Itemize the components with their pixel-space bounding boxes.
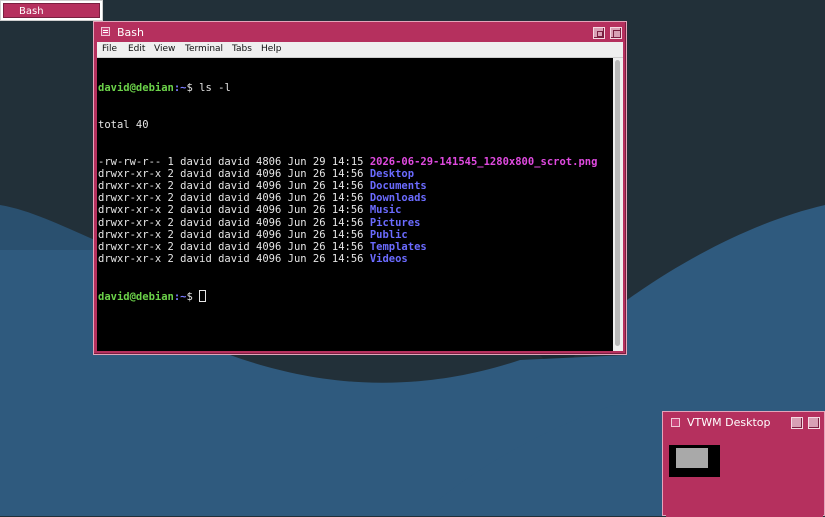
menu-edit[interactable]: Edit bbox=[128, 42, 145, 57]
directory-name: Documents bbox=[369, 179, 427, 192]
file-name: 2026-06-29-141545_1280x800_scrot.png bbox=[369, 155, 598, 168]
terminal-client: File Edit View Terminal Tabs Help david@… bbox=[97, 42, 623, 351]
command-text: ls -l bbox=[199, 82, 231, 95]
total-line: total 40 bbox=[98, 119, 149, 131]
listing-row: drwxr-xr-x 2 david david 4096 Jun 26 14:… bbox=[98, 180, 612, 192]
prompt-path: :~ bbox=[173, 82, 187, 95]
icon-manager-item-bash[interactable]: Bash bbox=[3, 3, 100, 18]
file-meta: drwxr-xr-x 2 david david 4096 Jun 26 14:… bbox=[98, 240, 370, 253]
listing-row: drwxr-xr-x 2 david david 4096 Jun 26 14:… bbox=[98, 229, 612, 241]
directory-name: Music bbox=[369, 204, 402, 217]
listing-row: drwxr-xr-x 2 david david 4096 Jun 26 14:… bbox=[98, 241, 612, 253]
listing-row: -rw-rw-r-- 1 david david 4806 Jun 29 14:… bbox=[98, 156, 612, 168]
panner-body[interactable] bbox=[666, 432, 823, 517]
directory-name: Downloads bbox=[369, 192, 427, 205]
file-meta: -rw-rw-r-- 1 david david 4806 Jun 29 14:… bbox=[98, 155, 370, 168]
menu-terminal[interactable]: Terminal bbox=[185, 42, 223, 57]
icon-manager: Bash bbox=[0, 0, 103, 21]
window-title: Bash bbox=[117, 26, 144, 39]
file-meta: drwxr-xr-x 2 david david 4096 Jun 26 14:… bbox=[98, 179, 370, 192]
terminal-window: Bash File Edit View Terminal Tabs Help d… bbox=[93, 21, 627, 355]
virtual-window-bash[interactable] bbox=[676, 448, 708, 468]
prompt-path: :~ bbox=[173, 290, 187, 303]
prompt-user: david@debian bbox=[98, 290, 174, 303]
prompt-line: david@debian:~$ ls -l bbox=[98, 82, 612, 94]
prompt-symbol: $ bbox=[186, 82, 200, 95]
prompt-symbol: $ bbox=[186, 290, 200, 303]
prompt-line-current: david@debian:~$ bbox=[98, 289, 612, 303]
menu-view[interactable]: View bbox=[154, 42, 175, 57]
text-cursor bbox=[199, 289, 207, 302]
file-meta: drwxr-xr-x 2 david david 4096 Jun 26 14:… bbox=[98, 253, 370, 266]
listing-row: drwxr-xr-x 2 david david 4096 Jun 26 14:… bbox=[98, 168, 612, 180]
directory-name: Public bbox=[369, 228, 408, 241]
scroll-thumb[interactable] bbox=[615, 60, 620, 346]
listing-row: drwxr-xr-x 2 david david 4096 Jun 26 14:… bbox=[98, 204, 612, 216]
directory-name: Templates bbox=[369, 240, 427, 253]
resize-button[interactable] bbox=[610, 27, 622, 39]
listing-row: drwxr-xr-x 2 david david 4096 Jun 26 14:… bbox=[98, 253, 612, 265]
terminal-output[interactable]: david@debian:~$ ls -l total 40 -rw-rw-r-… bbox=[98, 58, 612, 351]
terminal-titlebar[interactable]: Bash bbox=[97, 25, 623, 41]
window-menu-icon[interactable] bbox=[101, 27, 110, 36]
file-meta: drwxr-xr-x 2 david david 4096 Jun 26 14:… bbox=[98, 204, 370, 217]
iconify-button[interactable] bbox=[791, 417, 803, 429]
menu-tabs[interactable]: Tabs bbox=[232, 42, 252, 57]
file-meta: drwxr-xr-x 2 david david 4096 Jun 26 14:… bbox=[98, 216, 370, 229]
listing: -rw-rw-r-- 1 david david 4806 Jun 29 14:… bbox=[98, 156, 612, 266]
resize-button[interactable] bbox=[808, 417, 820, 429]
file-meta: drwxr-xr-x 2 david david 4096 Jun 26 14:… bbox=[98, 192, 370, 205]
iconify-button[interactable] bbox=[593, 27, 605, 39]
file-meta: drwxr-xr-x 2 david david 4096 Jun 26 14:… bbox=[98, 167, 370, 180]
panner-titlebar[interactable]: VTWM Desktop bbox=[666, 415, 823, 431]
menu-file[interactable]: File bbox=[102, 42, 117, 57]
menubar: File Edit View Terminal Tabs Help bbox=[97, 42, 623, 58]
prompt-user: david@debian bbox=[98, 82, 174, 95]
menu-help[interactable]: Help bbox=[261, 42, 282, 57]
directory-name: Desktop bbox=[369, 167, 415, 180]
file-meta: drwxr-xr-x 2 david david 4096 Jun 26 14:… bbox=[98, 228, 370, 241]
listing-row: drwxr-xr-x 2 david david 4096 Jun 26 14:… bbox=[98, 192, 612, 204]
panner-title: VTWM Desktop bbox=[687, 416, 771, 429]
directory-name: Pictures bbox=[369, 216, 421, 229]
listing-row: drwxr-xr-x 2 david david 4096 Jun 26 14:… bbox=[98, 217, 612, 229]
virtual-screen[interactable] bbox=[669, 445, 720, 477]
directory-name: Videos bbox=[369, 253, 408, 266]
window-menu-icon[interactable] bbox=[671, 418, 680, 427]
scrollbar[interactable] bbox=[613, 58, 623, 351]
vtwm-desktop-panner: VTWM Desktop bbox=[662, 411, 825, 517]
